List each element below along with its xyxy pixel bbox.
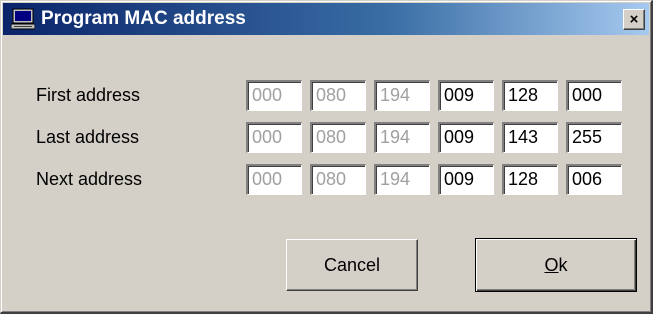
last-address-octet-2: 080 [310, 122, 366, 153]
first-address-octet-2: 080 [310, 80, 366, 111]
ok-button-label: Ok [544, 255, 567, 276]
next-address-octet-4[interactable]: 009 [438, 164, 494, 195]
last-address-octet-5[interactable]: 143 [502, 122, 558, 153]
ok-button[interactable]: Ok [475, 238, 637, 292]
window-title: Program MAC address [41, 8, 246, 29]
last-address-octet-1: 000 [246, 122, 302, 153]
next-address-octet-1: 000 [246, 164, 302, 195]
next-address-octet-2: 080 [310, 164, 366, 195]
first-address-octet-4[interactable]: 009 [438, 80, 494, 111]
computer-icon [10, 8, 36, 30]
ok-mnemonic: O [544, 254, 559, 275]
first-address-octet-3: 194 [374, 80, 430, 111]
last-address-octet-3: 194 [374, 122, 430, 153]
program-mac-address-dialog: Program MAC address × First address 000 … [0, 0, 653, 314]
next-address-octet-5[interactable]: 128 [502, 164, 558, 195]
last-address-label: Last address [36, 127, 140, 147]
first-address-octet-1: 000 [246, 80, 302, 111]
close-icon: × [629, 11, 639, 28]
last-address-octet-4[interactable]: 009 [438, 122, 494, 153]
ok-label-rest: k [558, 254, 568, 275]
first-address-label: First address [36, 85, 141, 105]
cancel-button[interactable]: Cancel [286, 239, 418, 291]
first-address-octet-6[interactable]: 000 [566, 80, 622, 111]
cancel-button-label: Cancel [323, 254, 381, 275]
next-address-octet-6[interactable]: 006 [566, 164, 622, 195]
first-address-octet-5[interactable]: 128 [502, 80, 558, 111]
last-address-octet-6[interactable]: 255 [566, 122, 622, 153]
next-address-octet-3: 194 [374, 164, 430, 195]
next-address-label: Next address [36, 169, 143, 189]
close-button[interactable]: × [623, 9, 645, 30]
title-bar[interactable]: Program MAC address × [3, 3, 649, 35]
